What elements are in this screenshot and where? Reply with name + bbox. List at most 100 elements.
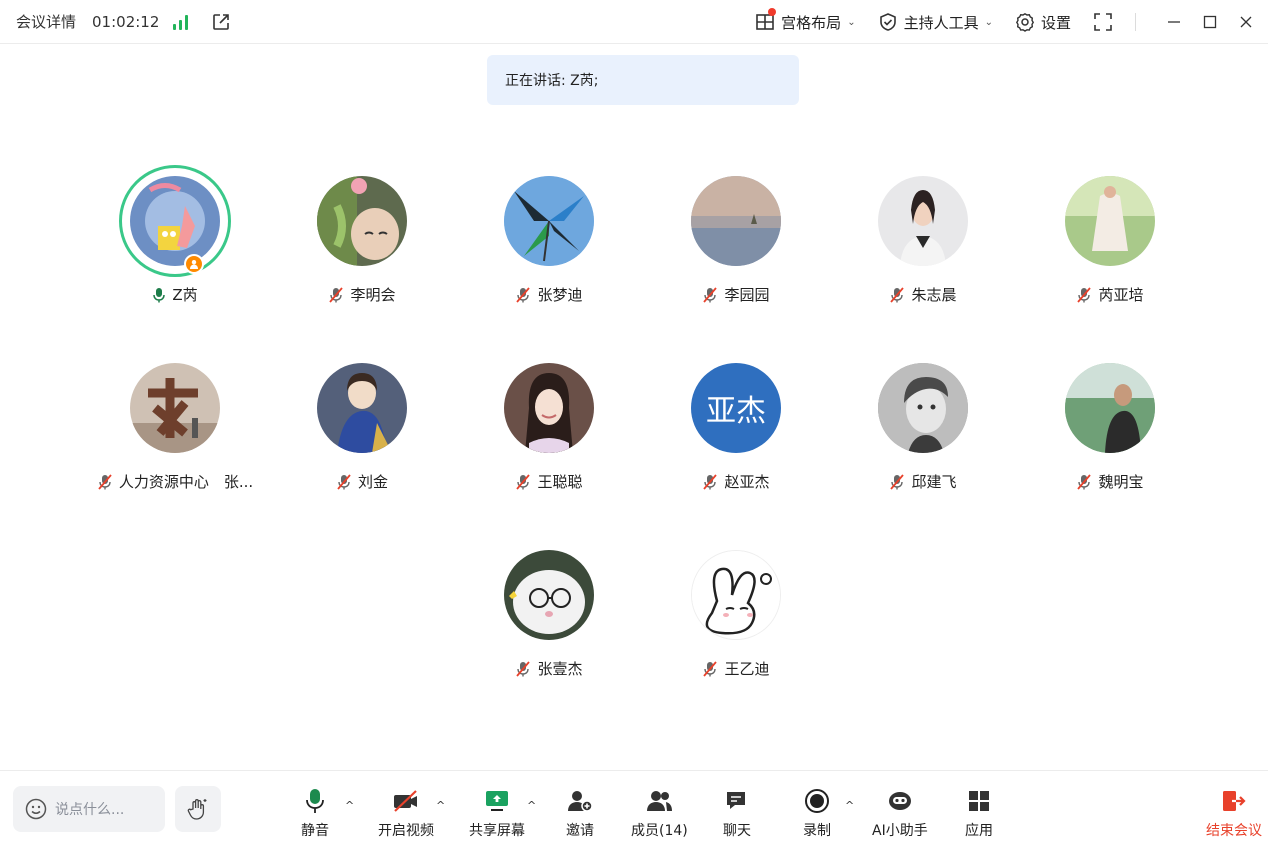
microphone-muted-icon <box>1077 286 1092 303</box>
end-meeting-button[interactable]: 结束会议 <box>1206 788 1262 840</box>
participant-name-row: 李园园 <box>702 284 770 305</box>
participant-tile[interactable]: 人力资源中心 张... <box>85 363 265 492</box>
bottom-toolbar: 说点什么... 静音 ^ 开启视频 ^ 共享屏幕 ^ 邀请 成员(14) 聊天 … <box>0 770 1268 841</box>
avatar <box>504 363 594 453</box>
avatar <box>317 176 407 266</box>
participant-name: 刘金 <box>357 473 388 491</box>
mute-button[interactable]: 静音 <box>301 788 329 840</box>
participant-tile[interactable]: 张梦迪 <box>459 176 639 305</box>
chat-label: 聊天 <box>723 823 751 839</box>
participant-tile[interactable]: 邱建飞 <box>833 363 1013 492</box>
emoji-icon[interactable] <box>25 798 47 820</box>
participant-name-row: 朱志晨 <box>889 284 957 305</box>
chat-icon <box>727 792 745 809</box>
microphone-muted-icon <box>329 286 344 303</box>
avatar <box>504 176 594 266</box>
layout-button[interactable]: 宫格布局 ⌄ <box>755 8 856 33</box>
shield-icon <box>878 12 898 32</box>
participant-name-row: 芮亚培 <box>1076 284 1144 305</box>
participant-name: 王聪聪 <box>537 473 583 491</box>
video-options-chevron-icon[interactable]: ^ <box>436 799 445 812</box>
mute-label: 静音 <box>301 823 329 839</box>
participant-tile[interactable]: 芮亚培 <box>1020 176 1200 305</box>
chat-input[interactable]: 说点什么... <box>13 786 165 832</box>
close-icon <box>1240 16 1252 28</box>
microphone-muted-icon <box>890 286 905 303</box>
participant-name-row: 李明会 <box>328 284 396 305</box>
chevron-down-icon: ⌄ <box>984 16 993 28</box>
video-label: 开启视频 <box>378 823 434 839</box>
avatar <box>1065 363 1155 453</box>
raise-hand-button[interactable] <box>175 786 221 832</box>
apps-button[interactable]: 应用 <box>965 788 993 840</box>
participant-name: 李园园 <box>724 286 770 304</box>
record-label: 录制 <box>803 823 831 839</box>
participant-name-row: 张壹杰 <box>515 658 583 679</box>
host-badge-icon <box>184 254 204 274</box>
top-bar-right: 宫格布局 ⌄ 主持人工具 ⌄ 设置 <box>755 0 1268 44</box>
participant-name-row: 赵亚杰 <box>702 471 770 492</box>
microphone-muted-icon <box>1077 473 1092 490</box>
maximize-button[interactable] <box>1192 15 1228 29</box>
participant-tile[interactable]: 王聪聪 <box>459 363 639 492</box>
invite-label: 邀请 <box>566 823 594 839</box>
avatar <box>130 363 220 453</box>
top-bar: 会议详情 01:02:12 宫格布局 ⌄ 主持人工具 ⌄ 设置 <box>0 0 1268 44</box>
settings-button[interactable]: 设置 <box>1015 12 1071 33</box>
participant-name: 张梦迪 <box>537 286 583 304</box>
participant-name-row: 人力资源中心 张... <box>97 471 253 492</box>
microphone-icon <box>306 789 324 813</box>
microphone-muted-icon <box>98 473 112 490</box>
fullscreen-button[interactable] <box>1093 12 1113 32</box>
participant-tile[interactable]: 朱志晨 <box>833 176 1013 305</box>
minimize-button[interactable] <box>1156 15 1192 29</box>
settings-label: 设置 <box>1040 13 1071 32</box>
record-options-chevron-icon[interactable]: ^ <box>845 799 854 812</box>
host-tools-label: 主持人工具 <box>903 13 979 32</box>
close-button[interactable] <box>1228 15 1264 29</box>
invite-button[interactable]: 邀请 <box>566 788 594 840</box>
microphone-muted-icon <box>890 473 905 490</box>
network-signal-icon[interactable] <box>173 14 191 30</box>
participant-name: Z芮 <box>172 286 198 304</box>
participant-tile[interactable]: 亚杰 赵亚杰 <box>646 363 826 492</box>
participant-tile[interactable]: 李明会 <box>272 176 452 305</box>
participant-tile[interactable]: 李园园 <box>646 176 826 305</box>
apps-label: 应用 <box>965 823 993 839</box>
microphone-muted-icon <box>703 286 718 303</box>
participant-tile[interactable]: 刘金 <box>272 363 452 492</box>
avatar <box>691 176 781 266</box>
ai-assistant-label: AI小助手 <box>872 823 928 839</box>
participant-name-row: 邱建飞 <box>889 471 957 492</box>
ai-assistant-icon <box>888 792 911 810</box>
meeting-details-link[interactable]: 会议详情 <box>16 11 76 32</box>
apps-grid-icon <box>969 791 989 811</box>
microphone-muted-icon <box>703 660 718 677</box>
ai-assistant-button[interactable]: AI小助手 <box>872 788 928 840</box>
mute-options-chevron-icon[interactable]: ^ <box>345 799 354 812</box>
host-tools-button[interactable]: 主持人工具 ⌄ <box>878 12 993 33</box>
end-meeting-label: 结束会议 <box>1206 823 1262 839</box>
participant-tile[interactable]: Z芮 <box>85 165 265 305</box>
add-user-icon <box>568 791 593 812</box>
share-screen-button[interactable]: 共享屏幕 <box>469 788 525 840</box>
hand-icon <box>187 799 207 820</box>
participant-name-row: 魏明宝 <box>1076 471 1144 492</box>
microphone-muted-icon <box>703 473 718 490</box>
share-screen-icon <box>486 791 508 811</box>
video-button[interactable]: 开启视频 <box>378 788 434 840</box>
members-button[interactable]: 成员(14) <box>631 788 688 840</box>
record-button[interactable]: 录制 <box>803 788 831 840</box>
microphone-active-icon <box>153 287 166 302</box>
participant-name: 李明会 <box>350 286 396 304</box>
grid-layout-icon <box>755 8 777 32</box>
meeting-timer: 01:02:12 <box>92 12 160 31</box>
participant-name-row: Z芮 <box>152 284 198 305</box>
microphone-muted-icon <box>516 473 531 490</box>
participant-tile[interactable]: 张壹杰 <box>459 550 639 679</box>
participant-tile[interactable]: 魏明宝 <box>1020 363 1200 492</box>
popout-icon[interactable] <box>211 12 231 32</box>
chat-button[interactable]: 聊天 <box>723 788 751 840</box>
share-options-chevron-icon[interactable]: ^ <box>527 799 536 812</box>
participant-tile[interactable]: 王乙迪 <box>646 550 826 679</box>
